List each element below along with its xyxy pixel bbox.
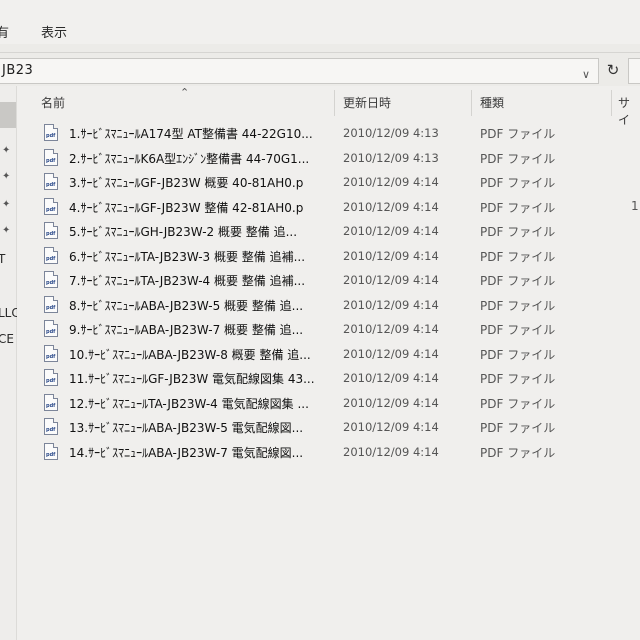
file-name[interactable]: 5.ｻｰﾋﾞｽﾏﾆｭｰﾙGH-JB23W-2 概要 整備 追... bbox=[69, 223, 327, 240]
pin-icon: ✦ bbox=[2, 145, 11, 156]
file-size: 1 bbox=[631, 198, 639, 213]
file-modified: 2010/12/09 4:14 bbox=[343, 175, 439, 189]
pdf-file-icon: pdf bbox=[44, 173, 58, 190]
file-name[interactable]: 2.ｻｰﾋﾞｽﾏﾆｭｰﾙK6A型ｴﾝｼﾞﾝ整備書 44-70G1... bbox=[69, 150, 327, 167]
file-list: ⌃ 名前 更新日時 種類 サイ pdf 1.ｻｰﾋﾞｽﾏﾆｭｰﾙA174型 AT整… bbox=[17, 86, 640, 640]
file-type: PDF ファイル bbox=[480, 421, 556, 435]
pin-icon: ✦ bbox=[2, 199, 11, 210]
file-modified: 2010/12/09 4:14 bbox=[343, 322, 439, 336]
column-divider[interactable] bbox=[611, 90, 612, 116]
file-name[interactable]: 6.ｻｰﾋﾞｽﾏﾆｭｰﾙTA-JB23W-3 概要 整備 追補... bbox=[69, 248, 327, 265]
pdf-file-icon: pdf bbox=[44, 369, 58, 386]
table-row[interactable]: pdf 7.ｻｰﾋﾞｽﾏﾆｭｰﾙTA-JB23W-4 概要 整備 追補... 201… bbox=[17, 269, 640, 292]
pdf-file-icon: pdf bbox=[44, 418, 58, 435]
pdf-file-icon: pdf bbox=[44, 124, 58, 141]
file-modified: 2010/12/09 4:13 bbox=[343, 150, 439, 165]
menu-item-partial[interactable]: 有 bbox=[0, 22, 9, 41]
table-row[interactable]: pdf 5.ｻｰﾋﾞｽﾏﾆｭｰﾙGH-JB23W-2 概要 整備 追... 2010… bbox=[17, 220, 640, 243]
file-type: PDF ファイル bbox=[480, 200, 556, 215]
file-type: PDF ファイル bbox=[480, 347, 556, 362]
table-row[interactable]: pdf 14.ｻｰﾋﾞｽﾏﾆｭｰﾙABA-JB23W-7 電気配線図... 2010… bbox=[17, 441, 640, 464]
table-row[interactable]: pdf 4.ｻｰﾋﾞｽﾏﾆｭｰﾙGF-JB23W 整備 42-81AH0.p 201… bbox=[17, 196, 640, 219]
pin-icon: ✦ bbox=[2, 225, 11, 236]
file-type: PDF ファイル bbox=[480, 176, 556, 190]
table-row[interactable]: pdf 10.ｻｰﾋﾞｽﾏﾆｭｰﾙABA-JB23W-8 概要 整備 追... 20… bbox=[17, 343, 640, 366]
file-type: PDF ファイル bbox=[480, 274, 556, 288]
file-type: PDF ファイル bbox=[480, 225, 556, 239]
nav-selected-item[interactable] bbox=[0, 102, 16, 128]
file-name[interactable]: 9.ｻｰﾋﾞｽﾏﾆｭｰﾙABA-JB23W-7 概要 整備 追... bbox=[69, 321, 327, 338]
file-modified: 2010/12/09 4:14 bbox=[343, 199, 439, 214]
file-type: PDF ファイル bbox=[480, 372, 556, 386]
pdf-file-icon: pdf bbox=[44, 148, 58, 166]
address-path: JB23 bbox=[2, 63, 34, 78]
search-field[interactable] bbox=[628, 58, 640, 84]
table-row[interactable]: pdf 13.ｻｰﾋﾞｽﾏﾆｭｰﾙABA-JB23W-5 電気配線図... 2010… bbox=[17, 416, 640, 439]
file-name[interactable]: 10.ｻｰﾋﾞｽﾏﾆｭｰﾙABA-JB23W-8 概要 整備 追... bbox=[69, 346, 327, 363]
column-header-type[interactable]: 種類 bbox=[480, 94, 504, 111]
address-field[interactable]: JB23 ∨ bbox=[0, 58, 599, 84]
pdf-file-icon: pdf bbox=[44, 442, 58, 460]
navigation-pane: ✦ ✦ ✦ ✦ T LLC CE J bbox=[0, 86, 21, 640]
table-row[interactable]: pdf 1.ｻｰﾋﾞｽﾏﾆｭｰﾙA174型 AT整備書 44-22G10... 20… bbox=[17, 122, 640, 145]
refresh-icon[interactable]: ↻ bbox=[602, 59, 624, 81]
file-modified: 2010/12/09 4:14 bbox=[343, 346, 439, 361]
chevron-down-icon[interactable]: ∨ bbox=[582, 68, 590, 81]
table-row[interactable]: pdf 6.ｻｰﾋﾞｽﾏﾆｭｰﾙTA-JB23W-3 概要 整備 追補... 201… bbox=[17, 245, 640, 268]
address-bar: JB23 ∨ ↻ bbox=[0, 52, 640, 88]
file-type: PDF ファイル bbox=[480, 249, 556, 264]
pdf-file-icon: pdf bbox=[44, 197, 58, 215]
file-type: PDF ファイル bbox=[480, 396, 556, 411]
file-name[interactable]: 3.ｻｰﾋﾞｽﾏﾆｭｰﾙGF-JB23W 概要 40-81AH0.p bbox=[69, 174, 327, 191]
file-name[interactable]: 13.ｻｰﾋﾞｽﾏﾆｭｰﾙABA-JB23W-5 電気配線図... bbox=[69, 419, 327, 436]
file-modified: 2010/12/09 4:14 bbox=[343, 420, 439, 434]
file-type: PDF ファイル bbox=[480, 151, 556, 166]
file-name[interactable]: 4.ｻｰﾋﾞｽﾏﾆｭｰﾙGF-JB23W 整備 42-81AH0.p bbox=[69, 199, 327, 216]
file-type: PDF ファイル bbox=[480, 298, 556, 313]
column-divider[interactable] bbox=[334, 90, 335, 116]
file-name[interactable]: 1.ｻｰﾋﾞｽﾏﾆｭｰﾙA174型 AT整備書 44-22G10... bbox=[69, 125, 327, 142]
file-modified: 2010/12/09 4:14 bbox=[343, 371, 439, 385]
menu-item-view[interactable]: 表示 bbox=[41, 22, 67, 41]
file-modified: 2010/12/09 4:14 bbox=[343, 444, 439, 459]
file-modified: 2010/12/09 4:14 bbox=[343, 273, 439, 287]
file-modified: 2010/12/09 4:14 bbox=[343, 224, 439, 238]
file-modified: 2010/12/09 4:14 bbox=[343, 248, 439, 263]
file-modified: 2010/12/09 4:14 bbox=[343, 395, 439, 410]
file-name[interactable]: 7.ｻｰﾋﾞｽﾏﾆｭｰﾙTA-JB23W-4 概要 整備 追補... bbox=[69, 272, 327, 289]
table-row[interactable]: pdf 8.ｻｰﾋﾞｽﾏﾆｭｰﾙABA-JB23W-5 概要 整備 追... 201… bbox=[17, 294, 640, 317]
nav-item-label[interactable]: T bbox=[0, 252, 5, 266]
table-row[interactable]: pdf 9.ｻｰﾋﾞｽﾏﾆｭｰﾙABA-JB23W-7 概要 整備 追... 201… bbox=[17, 318, 640, 341]
pdf-file-icon: pdf bbox=[44, 320, 58, 337]
file-name[interactable]: 8.ｻｰﾋﾞｽﾏﾆｭｰﾙABA-JB23W-5 概要 整備 追... bbox=[69, 297, 327, 314]
file-modified: 2010/12/09 4:14 bbox=[343, 297, 439, 312]
column-divider[interactable] bbox=[471, 90, 472, 116]
file-type: PDF ファイル bbox=[480, 323, 556, 337]
column-header-name[interactable]: 名前 bbox=[41, 94, 65, 111]
file-name[interactable]: 12.ｻｰﾋﾞｽﾏﾆｭｰﾙTA-JB23W-4 電気配線図集 ... bbox=[69, 395, 327, 412]
pdf-file-icon: pdf bbox=[44, 344, 58, 362]
pin-icon: ✦ bbox=[2, 171, 11, 182]
pdf-file-icon: pdf bbox=[44, 246, 58, 264]
file-name[interactable]: 14.ｻｰﾋﾞｽﾏﾆｭｰﾙABA-JB23W-7 電気配線図... bbox=[69, 444, 327, 461]
file-modified: 2010/12/09 4:13 bbox=[343, 126, 439, 140]
table-row[interactable]: pdf 12.ｻｰﾋﾞｽﾏﾆｭｰﾙTA-JB23W-4 電気配線図集 ... 201… bbox=[17, 392, 640, 415]
sort-ascending-icon: ⌃ bbox=[180, 86, 190, 99]
pdf-file-icon: pdf bbox=[44, 271, 58, 288]
table-row[interactable]: pdf 2.ｻｰﾋﾞｽﾏﾆｭｰﾙK6A型ｴﾝｼﾞﾝ整備書 44-70G1... 20… bbox=[17, 147, 640, 170]
file-type: PDF ファイル bbox=[480, 445, 556, 460]
table-row[interactable]: pdf 11.ｻｰﾋﾞｽﾏﾆｭｰﾙGF-JB23W 電気配線図集 43... 201… bbox=[17, 367, 640, 390]
pdf-file-icon: pdf bbox=[44, 295, 58, 313]
pdf-file-icon: pdf bbox=[44, 393, 58, 411]
table-row[interactable]: pdf 3.ｻｰﾋﾞｽﾏﾆｭｰﾙGF-JB23W 概要 40-81AH0.p 201… bbox=[17, 171, 640, 194]
file-name[interactable]: 11.ｻｰﾋﾞｽﾏﾆｭｰﾙGF-JB23W 電気配線図集 43... bbox=[69, 370, 327, 387]
pdf-file-icon: pdf bbox=[44, 222, 58, 239]
menu-bar: 有 表示 bbox=[0, 0, 640, 44]
file-type: PDF ファイル bbox=[480, 127, 556, 141]
column-header-modified[interactable]: 更新日時 bbox=[343, 94, 391, 111]
